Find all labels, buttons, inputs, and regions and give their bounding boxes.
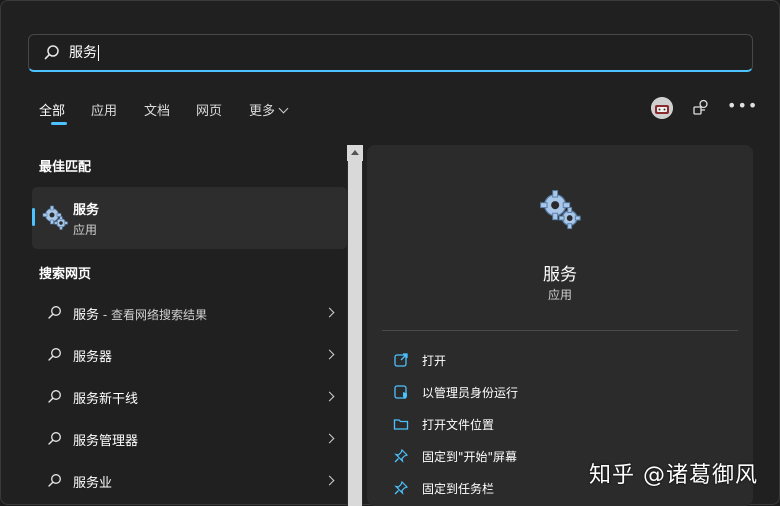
pin-icon — [394, 480, 409, 495]
web-result-label: 服务新干线 — [73, 392, 139, 407]
web-result-item[interactable]: 服务新干线 — [32, 377, 347, 417]
web-result-label: 服务管理器 — [73, 434, 139, 449]
tab-more[interactable]: 更多 — [249, 100, 289, 119]
services-gear-icon — [540, 190, 581, 230]
selection-indicator — [32, 208, 35, 226]
search-icon — [48, 348, 61, 361]
search-input[interactable]: 服务 — [69, 43, 99, 63]
search-web-heading: 搜索网页 — [39, 267, 92, 282]
tab-documents[interactable]: 文档 — [144, 100, 170, 119]
more-options-icon[interactable]: ••• — [727, 97, 757, 119]
divider — [382, 330, 738, 331]
open-icon — [394, 353, 408, 367]
search-box[interactable]: 服务 — [28, 34, 753, 72]
services-gear-icon — [42, 205, 68, 230]
chevron-right-icon[interactable] — [324, 433, 335, 444]
web-result-item[interactable]: 服务管理器 — [32, 419, 347, 459]
best-match-heading: 最佳匹配 — [39, 160, 92, 175]
detail-subtitle: 应用 — [547, 288, 572, 302]
search-icon — [48, 306, 61, 319]
web-result-label: 服务 — [73, 308, 100, 323]
chevron-right-icon[interactable] — [324, 391, 335, 402]
pin-icon — [394, 448, 409, 463]
avatar[interactable] — [651, 97, 673, 119]
web-result-suffix: - 查看网络搜索结果 — [99, 308, 207, 322]
search-icon — [48, 474, 61, 487]
best-match-subtitle: 应用 — [73, 223, 98, 237]
connect-icon[interactable] — [690, 97, 712, 119]
tab-web[interactable]: 网页 — [196, 100, 222, 119]
search-icon — [44, 45, 59, 60]
scroll-thumb[interactable] — [348, 161, 362, 506]
chevron-right-icon[interactable] — [324, 307, 335, 318]
best-match-item[interactable]: 服务 应用 — [32, 187, 347, 249]
search-panel: 服务 全部 应用 文档 网页 更多 ••• 最佳匹配 服务 应用 搜索网页 服务… — [0, 0, 780, 506]
results-scrollbar[interactable] — [347, 145, 363, 506]
chevron-right-icon[interactable] — [324, 475, 335, 486]
web-result-label: 服务器 — [73, 350, 113, 365]
detail-title: 服务 — [543, 265, 577, 285]
web-result-label: 服务业 — [73, 476, 113, 491]
search-icon — [48, 432, 61, 445]
tab-apps[interactable]: 应用 — [91, 100, 117, 119]
search-icon — [48, 390, 61, 403]
watermark: 知乎 @诸葛御风 — [589, 463, 758, 488]
run-as-admin-icon — [394, 385, 407, 399]
scroll-up-arrow-icon[interactable] — [347, 145, 363, 161]
chevron-right-icon[interactable] — [324, 349, 335, 360]
chevron-down-icon — [278, 103, 289, 114]
best-match-title: 服务 — [73, 203, 100, 218]
web-result-item[interactable]: 服务 - 查看网络搜索结果 — [32, 293, 347, 333]
web-result-item[interactable]: 服务器 — [32, 335, 347, 375]
tab-all[interactable]: 全部 — [39, 100, 67, 125]
detail-pane: 服务 应用 打开 以管理员身份运行 打开文件位置 固定到"开始"屏幕 固定到任务… — [367, 145, 753, 506]
folder-icon — [393, 419, 409, 430]
web-result-item[interactable]: 服务业 — [32, 461, 347, 501]
